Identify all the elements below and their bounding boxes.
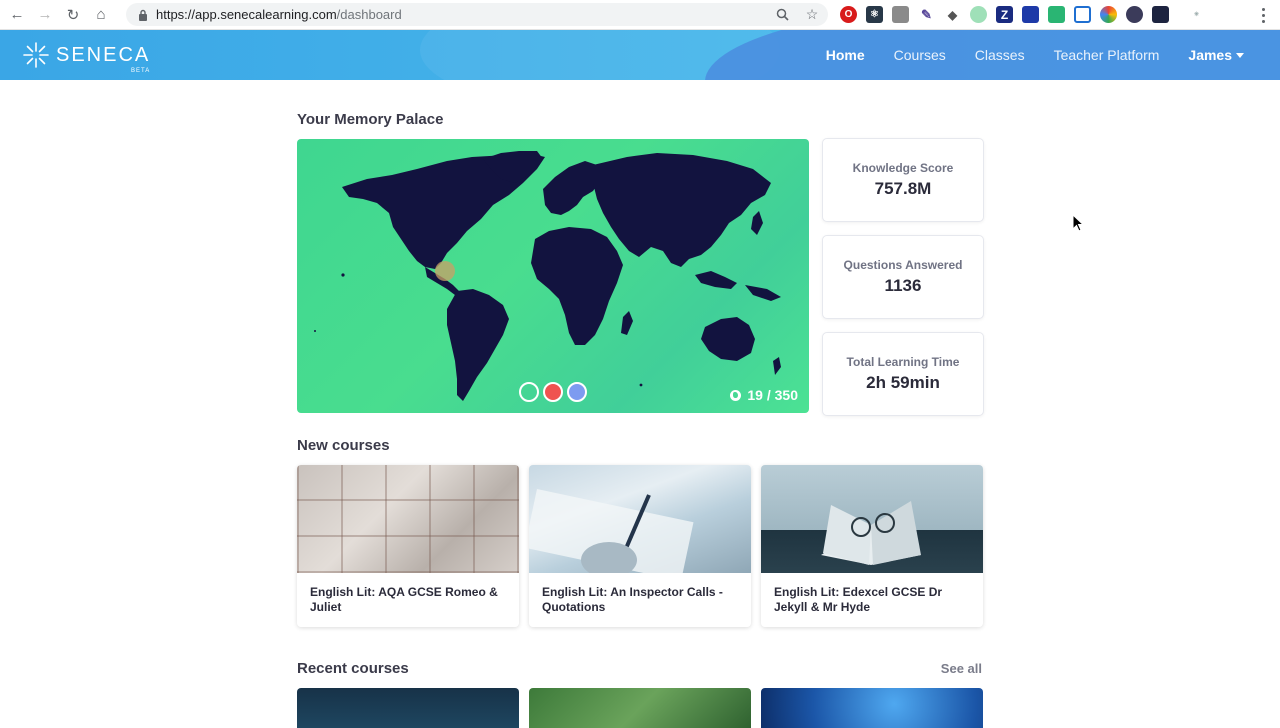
opera-extension-icon[interactable]: O bbox=[840, 6, 857, 23]
circle-extension-icon[interactable] bbox=[1126, 6, 1143, 23]
course-image-writing bbox=[529, 465, 751, 573]
nav-teacher-platform[interactable]: Teacher Platform bbox=[1054, 47, 1160, 63]
reload-icon[interactable]: ↻ bbox=[62, 4, 84, 26]
home-icon[interactable]: ⌂ bbox=[90, 4, 112, 26]
seneca-logo[interactable]: SENECA BETA bbox=[22, 41, 151, 74]
course-card-romeo-juliet[interactable]: English Lit: AQA GCSE Romeo & Juliet bbox=[297, 465, 519, 627]
memory-palace-map[interactable]: 19 / 350 bbox=[297, 139, 809, 413]
course-title: English Lit: Edexcel GCSE Dr Jekyll & Mr… bbox=[774, 585, 943, 614]
browser-menu-icon[interactable] bbox=[1258, 6, 1268, 24]
zotero-extension-icon[interactable]: Z bbox=[996, 6, 1013, 23]
zoom-icon[interactable] bbox=[774, 6, 790, 22]
recent-course-card[interactable] bbox=[761, 688, 983, 728]
seneca-logo-icon bbox=[23, 42, 49, 68]
recent-course-card[interactable] bbox=[529, 688, 751, 728]
memory-palace-title: Your Memory Palace bbox=[297, 111, 444, 128]
recent-courses-title: Recent courses bbox=[297, 660, 409, 677]
bookmark-star-icon[interactable]: ☆ bbox=[804, 6, 820, 22]
map-view-selector bbox=[519, 382, 587, 402]
view-dot-white[interactable] bbox=[519, 382, 539, 402]
back-icon[interactable]: ← bbox=[6, 4, 28, 26]
course-card-inspector-calls[interactable]: English Lit: An Inspector Calls - Quotat… bbox=[529, 465, 751, 627]
url-text: https://app.senecalearning.com/dashboard bbox=[156, 7, 402, 22]
beta-badge: BETA bbox=[131, 67, 151, 74]
course-card-jekyll-hyde[interactable]: English Lit: Edexcel GCSE Dr Jekyll & Mr… bbox=[761, 465, 983, 627]
course-image-open-book bbox=[761, 465, 983, 573]
stat-card-learning-time: Total Learning Time 2h 59min bbox=[822, 332, 984, 416]
green-extension-icon[interactable] bbox=[1048, 6, 1065, 23]
address-bar[interactable]: https://app.senecalearning.com/dashboard… bbox=[126, 3, 828, 26]
react-extension-icon[interactable]: ⚛ bbox=[866, 6, 883, 23]
chrome-extension-icon[interactable] bbox=[1100, 6, 1117, 23]
app-header: SENECA BETA Home Courses Classes Teacher… bbox=[0, 30, 1280, 80]
puzzle-extension-icon[interactable]: ◆ bbox=[944, 6, 961, 23]
cat-extension-icon[interactable] bbox=[970, 6, 987, 23]
stat-card-questions-answered: Questions Answered 1136 bbox=[822, 235, 984, 319]
dark-extension-icon[interactable] bbox=[1152, 6, 1169, 23]
user-name: James bbox=[1188, 47, 1232, 63]
recent-courses-list bbox=[297, 688, 983, 728]
course-title: English Lit: An Inspector Calls - Quotat… bbox=[542, 585, 723, 614]
recent-course-card[interactable] bbox=[297, 688, 519, 728]
seneca-extension-icon[interactable]: ✳ bbox=[1188, 6, 1205, 23]
nav-courses[interactable]: Courses bbox=[894, 47, 946, 63]
stat-value: 757.8M bbox=[874, 179, 932, 198]
lock-icon bbox=[136, 8, 150, 22]
map-progress-value: 19 / 350 bbox=[747, 387, 798, 403]
camera-extension-icon[interactable] bbox=[1074, 6, 1091, 23]
course-title: English Lit: AQA GCSE Romeo & Juliet bbox=[310, 585, 498, 614]
top-nav: Home Courses Classes Teacher Platform Ja… bbox=[826, 30, 1244, 80]
chevron-down-icon bbox=[1236, 52, 1244, 58]
new-courses-title: New courses bbox=[297, 437, 390, 454]
stat-label: Total Learning Time bbox=[846, 355, 960, 369]
forward-icon[interactable]: → bbox=[34, 4, 56, 26]
grid-extension-icon[interactable] bbox=[892, 6, 909, 23]
see-all-link[interactable]: See all bbox=[941, 661, 982, 676]
bar-extension-icon[interactable] bbox=[1022, 6, 1039, 23]
stat-value: 2h 59min bbox=[866, 373, 940, 392]
world-map bbox=[314, 151, 781, 401]
browser-toolbar: ← → ↻ ⌂ https://app.senecalearning.com/d… bbox=[0, 0, 1280, 30]
globe-icon bbox=[730, 389, 742, 401]
stat-label: Questions Answered bbox=[843, 258, 963, 272]
eyedropper-extension-icon[interactable]: ✎ bbox=[918, 6, 935, 23]
stat-card-knowledge-score: Knowledge Score 757.8M bbox=[822, 138, 984, 222]
stat-value: 1136 bbox=[884, 276, 922, 295]
extensions-bar: O ⚛ ✎ ◆ Z ✳ bbox=[840, 6, 1205, 23]
mouse-cursor-icon bbox=[1072, 214, 1084, 232]
course-image-books bbox=[297, 465, 519, 573]
stat-label: Knowledge Score bbox=[852, 161, 954, 175]
view-dot-blue[interactable] bbox=[567, 382, 587, 402]
user-menu[interactable]: James bbox=[1188, 47, 1244, 63]
map-progress: 19 / 350 bbox=[730, 387, 798, 403]
new-courses-list: English Lit: AQA GCSE Romeo & Juliet Eng… bbox=[297, 465, 983, 627]
nav-home[interactable]: Home bbox=[826, 47, 865, 63]
nav-classes[interactable]: Classes bbox=[975, 47, 1025, 63]
logo-text: SENECA bbox=[56, 43, 151, 66]
view-dot-red[interactable] bbox=[543, 382, 563, 402]
stats-panel: Knowledge Score 757.8M Questions Answere… bbox=[822, 138, 984, 429]
